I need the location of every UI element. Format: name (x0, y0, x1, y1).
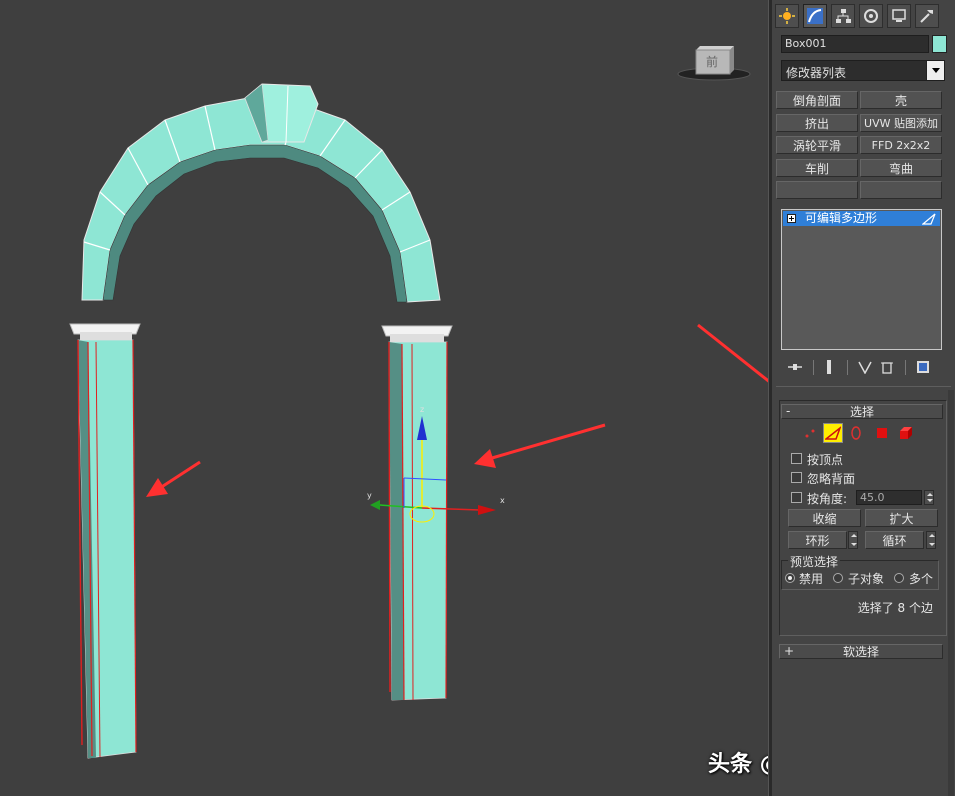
collapse-icon: - (786, 404, 791, 418)
expand-icon[interactable] (787, 214, 796, 223)
viewport-scene: 前 z y x (69, 46, 770, 759)
perspective-viewport[interactable]: 前 z y x 头条 (0, 0, 770, 796)
modifier-button-uvw-map[interactable]: UVW 贴图添加 (860, 114, 942, 132)
object-color-swatch[interactable] (932, 35, 947, 53)
selection-rollout-title: 选择 (849, 405, 874, 419)
edge-subobject-icon (922, 213, 936, 225)
subobject-level-toolbar (800, 423, 920, 445)
gizmo-z-label: z (420, 405, 424, 414)
border-level-button[interactable] (846, 423, 866, 443)
polygon-level-button[interactable] (872, 423, 892, 443)
configure-modifier-sets-button[interactable] (913, 358, 933, 376)
polygon-icon (877, 428, 887, 438)
gizmo-y-label: y (367, 491, 372, 500)
pin-stack-button[interactable] (785, 358, 805, 376)
display-tab[interactable] (887, 4, 911, 28)
preview-multi-radio[interactable] (894, 573, 904, 583)
by-angle-checkbox[interactable] (791, 492, 802, 503)
modifier-button-empty-1[interactable] (776, 181, 858, 199)
angle-spinner[interactable] (924, 490, 934, 505)
modifier-button-shell[interactable]: 壳 (860, 91, 942, 109)
expand-icon: + (784, 644, 795, 658)
modify-tab[interactable] (803, 4, 827, 28)
viewcube-label: 前 (706, 54, 718, 69)
by-vertex-checkbox[interactable] (791, 453, 802, 464)
modifier-button-bevel-profile[interactable]: 倒角剖面 (776, 91, 858, 109)
modifier-button-extrude[interactable]: 挤出 (776, 114, 858, 132)
modifier-button-turbosmooth[interactable]: 涡轮平滑 (776, 136, 858, 154)
vertex-level-button[interactable] (800, 423, 820, 443)
by-vertex-label: 按顶点 (807, 453, 844, 467)
pin-icon (788, 364, 802, 370)
make-unique-button[interactable] (855, 358, 875, 376)
make-unique-icon (858, 361, 872, 374)
command-panel: Box001 修改器列表 倒角剖面 壳 挤出 UVW 贴图添加 涡轮平滑 FFD… (772, 0, 955, 796)
grow-button[interactable]: 扩大 (865, 509, 938, 527)
angle-input[interactable]: 45.0 (856, 490, 922, 505)
modifier-stack[interactable]: 可编辑多边形 (781, 209, 942, 350)
remove-modifier-button[interactable] (877, 358, 897, 376)
modifier-list-dropdown[interactable]: 修改器列表 (781, 60, 945, 81)
dropdown-arrow[interactable] (926, 61, 944, 80)
vertex-icon (805, 429, 815, 438)
show-end-result-button[interactable] (819, 358, 839, 376)
by-angle-label: 按角度: (807, 492, 848, 506)
watermark-text: 头条 @室内设计十七 (708, 752, 770, 777)
loop-spinner[interactable] (926, 531, 936, 549)
ignore-backfacing-checkbox[interactable] (791, 472, 802, 483)
arch-model (69, 83, 453, 759)
preview-selection-title: 预览选择 (788, 553, 841, 570)
ignore-backfacing-label: 忽略背面 (807, 472, 856, 486)
soft-selection-rollout-header[interactable]: + 软选择 (779, 644, 943, 659)
preview-subobject-label: 子对象 (848, 572, 885, 586)
modifier-button-ffd[interactable]: FFD 2x2x2 (860, 136, 942, 154)
stack-item-label: 可编辑多边形 (805, 211, 878, 225)
preview-off-label: 禁用 (799, 572, 824, 586)
configure-icon (917, 361, 929, 373)
create-tab-icon (779, 8, 795, 24)
edge-icon (825, 426, 841, 440)
gizmo-x-label: x (500, 496, 505, 505)
edge-level-button[interactable] (823, 423, 843, 443)
modifier-button-lathe[interactable]: 车削 (776, 159, 858, 177)
soft-selection-title: 软选择 (842, 645, 879, 659)
preview-off-radio[interactable] (785, 573, 795, 583)
selected-edge (388, 341, 391, 693)
hierarchy-tab[interactable] (831, 4, 855, 28)
modify-tab-icon (807, 8, 823, 24)
display-tab-icon (892, 9, 906, 22)
selection-status-text: 选择了 8 个边 (857, 601, 933, 615)
create-tab[interactable] (775, 4, 799, 28)
motion-tab-icon (864, 9, 878, 23)
element-icon (900, 427, 912, 439)
loop-button[interactable]: 循环 (865, 531, 924, 549)
chevron-down-icon (931, 68, 940, 73)
selection-rollout-header[interactable]: - 选择 (781, 404, 943, 419)
panel-tabbar (772, 2, 955, 29)
utilities-tab[interactable] (915, 4, 939, 28)
border-icon (851, 426, 861, 440)
modifier-list-label: 修改器列表 (786, 66, 847, 80)
motion-tab[interactable] (859, 4, 883, 28)
show-end-result-icon (827, 360, 831, 374)
trash-icon (881, 362, 893, 374)
panel-scrollbar[interactable] (948, 390, 954, 796)
ring-spinner[interactable] (848, 531, 858, 549)
preview-multi-label: 多个 (909, 572, 934, 586)
stack-toolbar (781, 358, 945, 376)
ring-button[interactable]: 环形 (788, 531, 847, 549)
annotation-arrows (146, 323, 770, 497)
stack-item-editable-poly[interactable]: 可编辑多边形 (783, 211, 940, 226)
modifier-button-bend[interactable]: 弯曲 (860, 159, 942, 177)
element-level-button[interactable] (896, 423, 916, 443)
object-name-field[interactable]: Box001 (781, 35, 929, 53)
modifier-button-empty-2[interactable] (860, 181, 942, 199)
hierarchy-tab-icon (836, 9, 851, 23)
divider (776, 386, 951, 387)
shrink-button[interactable]: 收缩 (788, 509, 861, 527)
preview-subobject-radio[interactable] (833, 573, 843, 583)
utilities-tab-icon (920, 10, 933, 23)
